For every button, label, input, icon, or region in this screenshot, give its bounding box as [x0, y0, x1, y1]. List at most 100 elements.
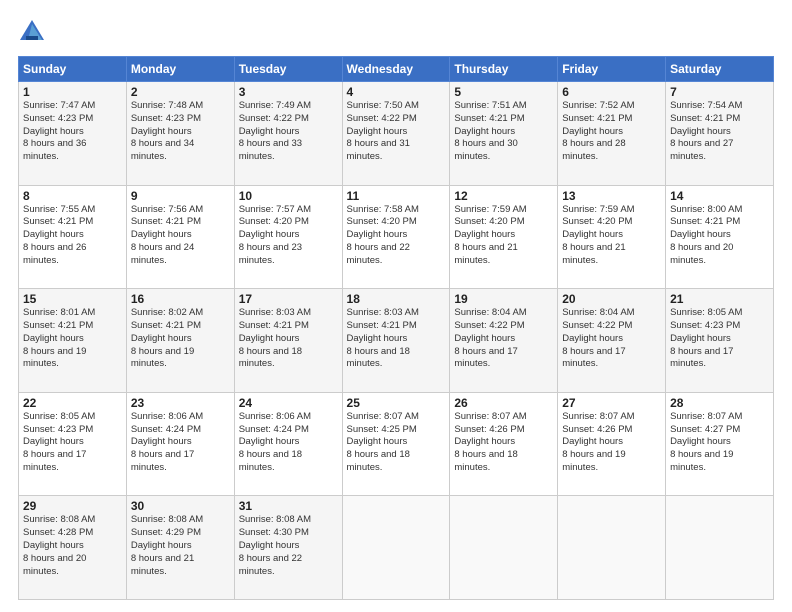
- day-cell: 1 Sunrise: 7:47 AM Sunset: 4:23 PM Dayli…: [19, 82, 127, 186]
- day-info: Sunrise: 7:50 AM Sunset: 4:22 PM Dayligh…: [347, 100, 446, 164]
- calendar-table: SundayMondayTuesdayWednesdayThursdayFrid…: [18, 56, 774, 600]
- day-info: Sunrise: 8:08 AM Sunset: 4:30 PM Dayligh…: [239, 514, 338, 578]
- day-info: Sunrise: 8:03 AM Sunset: 4:21 PM Dayligh…: [347, 307, 446, 371]
- day-cell: 16 Sunrise: 8:02 AM Sunset: 4:21 PM Dayl…: [126, 289, 234, 393]
- day-number: 13: [562, 189, 661, 203]
- col-header-saturday: Saturday: [666, 57, 774, 82]
- day-number: 5: [454, 85, 553, 99]
- week-row-5: 29 Sunrise: 8:08 AM Sunset: 4:28 PM Dayl…: [19, 496, 774, 600]
- day-info: Sunrise: 8:01 AM Sunset: 4:21 PM Dayligh…: [23, 307, 122, 371]
- day-cell: [450, 496, 558, 600]
- day-info: Sunrise: 7:55 AM Sunset: 4:21 PM Dayligh…: [23, 204, 122, 268]
- day-number: 10: [239, 189, 338, 203]
- col-header-monday: Monday: [126, 57, 234, 82]
- col-header-sunday: Sunday: [19, 57, 127, 82]
- day-number: 25: [347, 396, 446, 410]
- day-info: Sunrise: 8:06 AM Sunset: 4:24 PM Dayligh…: [131, 411, 230, 475]
- day-info: Sunrise: 8:06 AM Sunset: 4:24 PM Dayligh…: [239, 411, 338, 475]
- day-cell: 25 Sunrise: 8:07 AM Sunset: 4:25 PM Dayl…: [342, 392, 450, 496]
- day-info: Sunrise: 8:07 AM Sunset: 4:27 PM Dayligh…: [670, 411, 769, 475]
- day-info: Sunrise: 8:07 AM Sunset: 4:26 PM Dayligh…: [562, 411, 661, 475]
- day-cell: 18 Sunrise: 8:03 AM Sunset: 4:21 PM Dayl…: [342, 289, 450, 393]
- day-number: 29: [23, 499, 122, 513]
- day-info: Sunrise: 8:07 AM Sunset: 4:26 PM Dayligh…: [454, 411, 553, 475]
- day-info: Sunrise: 7:59 AM Sunset: 4:20 PM Dayligh…: [562, 204, 661, 268]
- day-number: 9: [131, 189, 230, 203]
- day-number: 16: [131, 292, 230, 306]
- day-info: Sunrise: 7:57 AM Sunset: 4:20 PM Dayligh…: [239, 204, 338, 268]
- day-cell: [342, 496, 450, 600]
- day-number: 24: [239, 396, 338, 410]
- day-cell: 19 Sunrise: 8:04 AM Sunset: 4:22 PM Dayl…: [450, 289, 558, 393]
- day-info: Sunrise: 7:49 AM Sunset: 4:22 PM Dayligh…: [239, 100, 338, 164]
- day-cell: 20 Sunrise: 8:04 AM Sunset: 4:22 PM Dayl…: [558, 289, 666, 393]
- day-number: 26: [454, 396, 553, 410]
- col-header-friday: Friday: [558, 57, 666, 82]
- header: [18, 18, 774, 46]
- week-row-1: 1 Sunrise: 7:47 AM Sunset: 4:23 PM Dayli…: [19, 82, 774, 186]
- day-cell: 2 Sunrise: 7:48 AM Sunset: 4:23 PM Dayli…: [126, 82, 234, 186]
- day-number: 2: [131, 85, 230, 99]
- day-info: Sunrise: 7:48 AM Sunset: 4:23 PM Dayligh…: [131, 100, 230, 164]
- day-number: 31: [239, 499, 338, 513]
- day-number: 8: [23, 189, 122, 203]
- day-cell: 22 Sunrise: 8:05 AM Sunset: 4:23 PM Dayl…: [19, 392, 127, 496]
- day-info: Sunrise: 7:58 AM Sunset: 4:20 PM Dayligh…: [347, 204, 446, 268]
- day-info: Sunrise: 7:52 AM Sunset: 4:21 PM Dayligh…: [562, 100, 661, 164]
- day-number: 19: [454, 292, 553, 306]
- day-info: Sunrise: 8:08 AM Sunset: 4:29 PM Dayligh…: [131, 514, 230, 578]
- day-number: 17: [239, 292, 338, 306]
- day-info: Sunrise: 7:47 AM Sunset: 4:23 PM Dayligh…: [23, 100, 122, 164]
- day-number: 22: [23, 396, 122, 410]
- day-number: 11: [347, 189, 446, 203]
- day-cell: 3 Sunrise: 7:49 AM Sunset: 4:22 PM Dayli…: [234, 82, 342, 186]
- day-number: 21: [670, 292, 769, 306]
- day-cell: 10 Sunrise: 7:57 AM Sunset: 4:20 PM Dayl…: [234, 185, 342, 289]
- day-info: Sunrise: 7:59 AM Sunset: 4:20 PM Dayligh…: [454, 204, 553, 268]
- day-number: 15: [23, 292, 122, 306]
- week-row-3: 15 Sunrise: 8:01 AM Sunset: 4:21 PM Dayl…: [19, 289, 774, 393]
- day-info: Sunrise: 8:05 AM Sunset: 4:23 PM Dayligh…: [670, 307, 769, 371]
- day-cell: 7 Sunrise: 7:54 AM Sunset: 4:21 PM Dayli…: [666, 82, 774, 186]
- day-number: 27: [562, 396, 661, 410]
- day-number: 1: [23, 85, 122, 99]
- day-number: 12: [454, 189, 553, 203]
- day-number: 3: [239, 85, 338, 99]
- col-header-thursday: Thursday: [450, 57, 558, 82]
- day-number: 4: [347, 85, 446, 99]
- day-number: 14: [670, 189, 769, 203]
- logo: [18, 18, 50, 46]
- day-info: Sunrise: 7:54 AM Sunset: 4:21 PM Dayligh…: [670, 100, 769, 164]
- day-cell: 13 Sunrise: 7:59 AM Sunset: 4:20 PM Dayl…: [558, 185, 666, 289]
- week-row-4: 22 Sunrise: 8:05 AM Sunset: 4:23 PM Dayl…: [19, 392, 774, 496]
- col-header-tuesday: Tuesday: [234, 57, 342, 82]
- day-cell: 17 Sunrise: 8:03 AM Sunset: 4:21 PM Dayl…: [234, 289, 342, 393]
- header-row: SundayMondayTuesdayWednesdayThursdayFrid…: [19, 57, 774, 82]
- day-cell: [666, 496, 774, 600]
- day-number: 6: [562, 85, 661, 99]
- day-number: 7: [670, 85, 769, 99]
- day-cell: 24 Sunrise: 8:06 AM Sunset: 4:24 PM Dayl…: [234, 392, 342, 496]
- day-cell: 6 Sunrise: 7:52 AM Sunset: 4:21 PM Dayli…: [558, 82, 666, 186]
- day-cell: 28 Sunrise: 8:07 AM Sunset: 4:27 PM Dayl…: [666, 392, 774, 496]
- day-cell: 29 Sunrise: 8:08 AM Sunset: 4:28 PM Dayl…: [19, 496, 127, 600]
- day-cell: 4 Sunrise: 7:50 AM Sunset: 4:22 PM Dayli…: [342, 82, 450, 186]
- day-cell: 5 Sunrise: 7:51 AM Sunset: 4:21 PM Dayli…: [450, 82, 558, 186]
- day-cell: 21 Sunrise: 8:05 AM Sunset: 4:23 PM Dayl…: [666, 289, 774, 393]
- day-info: Sunrise: 7:51 AM Sunset: 4:21 PM Dayligh…: [454, 100, 553, 164]
- day-info: Sunrise: 8:08 AM Sunset: 4:28 PM Dayligh…: [23, 514, 122, 578]
- day-info: Sunrise: 8:04 AM Sunset: 4:22 PM Dayligh…: [562, 307, 661, 371]
- day-cell: 15 Sunrise: 8:01 AM Sunset: 4:21 PM Dayl…: [19, 289, 127, 393]
- day-number: 30: [131, 499, 230, 513]
- day-info: Sunrise: 8:04 AM Sunset: 4:22 PM Dayligh…: [454, 307, 553, 371]
- day-cell: 26 Sunrise: 8:07 AM Sunset: 4:26 PM Dayl…: [450, 392, 558, 496]
- day-info: Sunrise: 8:02 AM Sunset: 4:21 PM Dayligh…: [131, 307, 230, 371]
- day-cell: 23 Sunrise: 8:06 AM Sunset: 4:24 PM Dayl…: [126, 392, 234, 496]
- col-header-wednesday: Wednesday: [342, 57, 450, 82]
- day-info: Sunrise: 8:05 AM Sunset: 4:23 PM Dayligh…: [23, 411, 122, 475]
- day-info: Sunrise: 8:00 AM Sunset: 4:21 PM Dayligh…: [670, 204, 769, 268]
- day-cell: 11 Sunrise: 7:58 AM Sunset: 4:20 PM Dayl…: [342, 185, 450, 289]
- day-cell: 9 Sunrise: 7:56 AM Sunset: 4:21 PM Dayli…: [126, 185, 234, 289]
- day-cell: 31 Sunrise: 8:08 AM Sunset: 4:30 PM Dayl…: [234, 496, 342, 600]
- logo-icon: [18, 18, 46, 46]
